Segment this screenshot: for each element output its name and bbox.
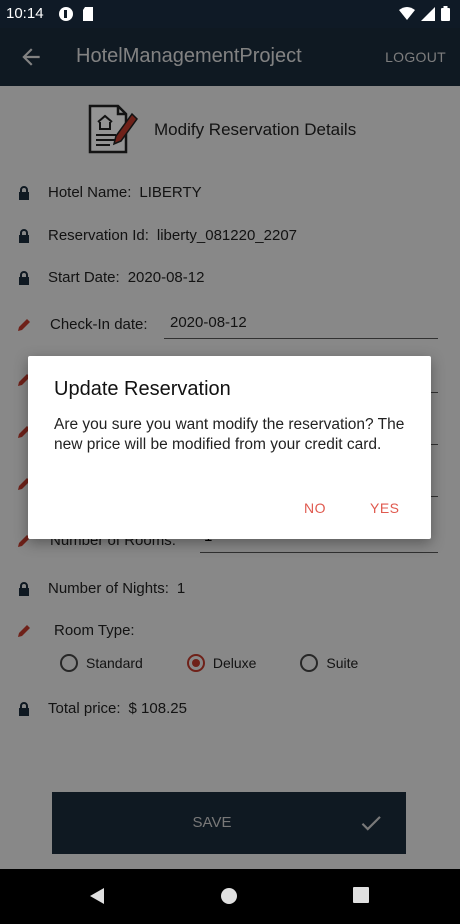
battery-icon bbox=[441, 6, 450, 21]
dialog-message: Are you sure you want modify the reserva… bbox=[54, 416, 405, 453]
status-bar: 10:14 bbox=[0, 0, 460, 28]
sd-card-icon bbox=[83, 7, 93, 21]
dialog-no-button[interactable]: NO bbox=[304, 500, 326, 516]
nav-back-icon[interactable] bbox=[88, 887, 106, 905]
dialog-title: Update Reservation bbox=[54, 378, 231, 400]
nav-recents-icon[interactable] bbox=[353, 887, 369, 903]
status-system-icons bbox=[399, 6, 450, 21]
update-reservation-dialog: Update Reservation Are you sure you want… bbox=[28, 356, 431, 539]
status-time: 10:14 bbox=[6, 5, 44, 22]
system-nav-bar bbox=[0, 869, 460, 924]
dialog-yes-button[interactable]: YES bbox=[370, 500, 400, 516]
wifi-icon bbox=[399, 6, 415, 20]
status-notification-icons bbox=[58, 6, 94, 22]
nav-home-icon[interactable] bbox=[220, 887, 238, 905]
app-notification-icon bbox=[59, 7, 73, 21]
signal-icon bbox=[421, 6, 435, 21]
